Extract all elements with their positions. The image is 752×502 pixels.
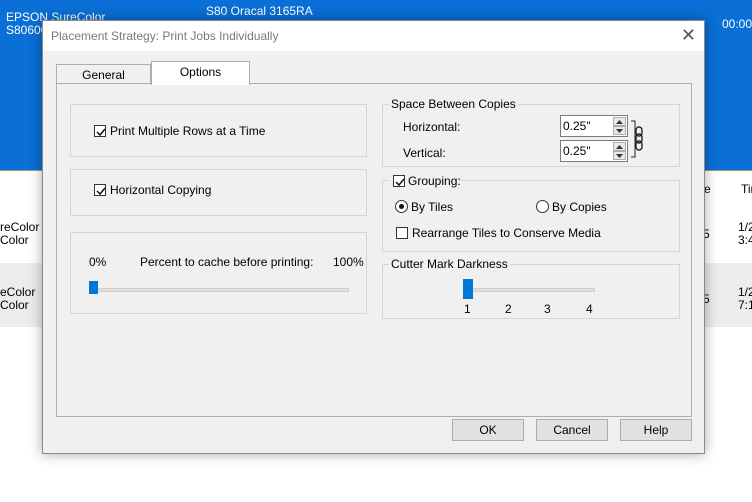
dialog-titlebar[interactable]: Placement Strategy: Print Jobs Individua… <box>43 21 704 51</box>
horizontal-spacing-label: Horizontal: <box>403 120 461 134</box>
app-header-media: S80 Oracal 3165RA <box>206 4 313 18</box>
app-row-2-time-2: 7:1 <box>738 298 752 312</box>
cache-slider-track[interactable] <box>93 288 349 292</box>
cutter-mark-legend: Cutter Mark Darkness <box>389 257 510 271</box>
app-row-1-time-2: 3:4 <box>738 233 752 247</box>
cutter-mark-tick-3: 3 <box>544 302 551 316</box>
cache-slider-thumb[interactable] <box>89 281 98 294</box>
app-row-2-name-2: Color <box>0 298 29 312</box>
grouping-label[interactable]: Grouping: <box>408 174 461 188</box>
app-header-time: 00:00 <box>722 17 752 31</box>
placement-strategy-dialog: Placement Strategy: Print Jobs Individua… <box>42 20 705 454</box>
vertical-spacing-spinner[interactable] <box>560 140 628 162</box>
horizontal-spacing-spinner[interactable] <box>560 115 628 137</box>
grouping-group: Grouping: By Tiles By Copies Rearrange T… <box>382 173 680 252</box>
cache-group: 0% Percent to cache before printing: 100… <box>70 232 367 314</box>
rearrange-tiles-checkbox[interactable] <box>396 227 408 239</box>
vertical-spacing-up-button[interactable] <box>613 142 626 151</box>
by-copies-radio[interactable] <box>536 200 549 213</box>
chain-link-icon[interactable] <box>631 117 645 161</box>
app-row-2-name-1: eColor <box>0 285 36 299</box>
space-between-copies-group: Space Between Copies Horizontal: Vertica… <box>382 97 680 167</box>
cutter-mark-tick-1: 1 <box>464 302 471 316</box>
horizontal-spacing-up-button[interactable] <box>613 117 626 126</box>
grouping-legend: Grouping: <box>389 173 461 189</box>
rearrange-tiles-label[interactable]: Rearrange Tiles to Conserve Media <box>412 226 601 240</box>
tab-options[interactable]: Options <box>151 61 250 85</box>
print-multiple-rows-group: Print Multiple Rows at a Time <box>70 104 367 157</box>
horizontal-copying-checkbox[interactable] <box>94 184 106 196</box>
options-panel: Print Multiple Rows at a Time Horizontal… <box>56 83 692 417</box>
cutter-mark-group: Cutter Mark Darkness 1 2 3 4 <box>382 257 680 319</box>
grouping-checkbox[interactable] <box>393 175 405 187</box>
vertical-spacing-down-button[interactable] <box>613 151 626 160</box>
by-tiles-label[interactable]: By Tiles <box>411 200 453 214</box>
cache-label: Percent to cache before printing: <box>140 255 314 269</box>
close-icon[interactable]: ✕ <box>681 25 696 46</box>
vertical-spacing-label: Vertical: <box>403 146 446 160</box>
app-row-2-time-1: 1/2 <box>738 285 752 299</box>
print-multiple-rows-checkbox[interactable] <box>94 125 106 137</box>
ok-button[interactable]: OK <box>452 419 524 441</box>
horizontal-copying-group: Horizontal Copying <box>70 169 367 216</box>
app-row-1-name-1: reColor <box>0 220 40 234</box>
tab-general[interactable]: General <box>56 64 151 84</box>
space-between-copies-legend: Space Between Copies <box>389 97 518 111</box>
by-tiles-radio[interactable] <box>395 200 408 213</box>
dialog-title: Placement Strategy: Print Jobs Individua… <box>51 29 279 43</box>
horizontal-spacing-input[interactable] <box>563 118 611 134</box>
horizontal-spacing-down-button[interactable] <box>613 126 626 135</box>
cancel-button[interactable]: Cancel <box>536 419 608 441</box>
app-column-header-time: Tir <box>741 182 752 196</box>
help-button[interactable]: Help <box>620 419 692 441</box>
by-copies-label[interactable]: By Copies <box>552 200 607 214</box>
cutter-mark-slider-track[interactable] <box>463 288 595 292</box>
cutter-mark-tick-2: 2 <box>505 302 512 316</box>
cache-max-label: 100% <box>333 255 364 269</box>
app-column-header-e: e <box>704 182 711 196</box>
vertical-spacing-input[interactable] <box>563 143 611 159</box>
horizontal-copying-label[interactable]: Horizontal Copying <box>110 183 211 197</box>
print-multiple-rows-label[interactable]: Print Multiple Rows at a Time <box>110 124 265 138</box>
cutter-mark-tick-4: 4 <box>586 302 593 316</box>
cutter-mark-slider-thumb[interactable] <box>463 279 473 299</box>
app-row-1-time-1: 1/2 <box>738 220 752 234</box>
cache-min-label: 0% <box>89 255 107 269</box>
app-row-1-name-2: Color <box>0 233 29 247</box>
